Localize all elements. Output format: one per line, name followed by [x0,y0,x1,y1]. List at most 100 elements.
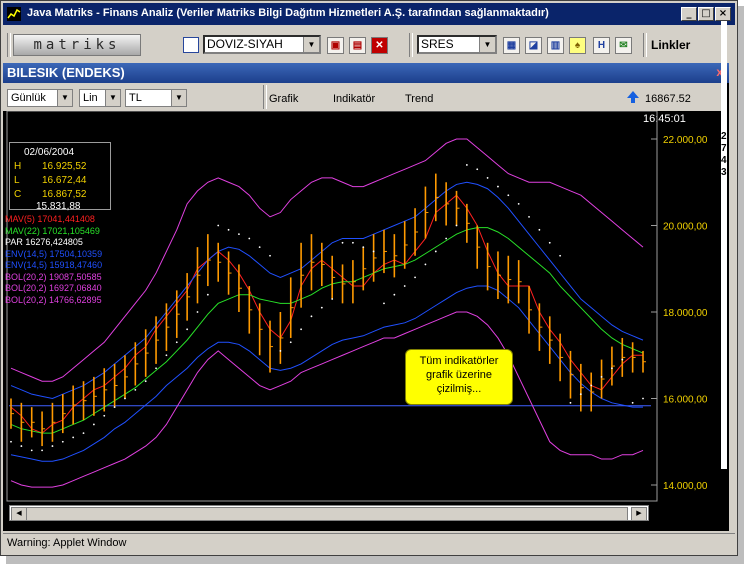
price-chart[interactable]: 16:45:01 22.000,00 20.000,00 18.000,00 16.0… [3,111,723,529]
legend-last: 15.831,88 [36,201,81,212]
menu-indikator[interactable]: Indikatör [333,93,375,105]
sar-dot [30,449,33,452]
chevron-down-icon: ▼ [303,37,319,52]
chart-canvas[interactable]: 22.000,00 20.000,00 18.000,00 16.000,00 14.0… [3,111,723,503]
sar-dot [393,293,396,296]
chart-controls: Günlük ▼ Lin ▼ TL ▼ Grafik Indikatör Trend … [3,83,723,111]
indicator-label: MAV(5) 17041,441408 [5,214,95,224]
sar-dot [10,440,12,443]
indicator-label: BOL(20,2) 14766,62895 [5,294,102,305]
scroll-right-icon[interactable]: ▶ [631,507,647,521]
y-tick-label: 14.000,00 [663,481,708,492]
panel-header: BILESIK (ENDEKS) x [3,63,729,83]
legend-close: 16.867,52 [42,189,87,200]
sar-dot [465,164,468,166]
side-digit: 3 [721,167,727,178]
matriks-logo: matriks [13,34,141,56]
sar-dot [383,302,385,305]
legend-h-label: H [14,161,22,172]
legend-high: 16.925,52 [42,161,87,172]
period-select[interactable]: Günlük ▼ [7,89,73,107]
series-line [10,181,644,400]
table-icon[interactable]: ▦ [503,37,520,54]
y-tick-label: 16.000,00 [663,395,708,406]
delete-icon[interactable]: ✕ [371,37,388,54]
side-digit: 4 [721,155,727,166]
sar-dot [300,328,302,331]
main-toolbar: matriks DOVIZ-SIYAH ▼ ▣ ▤ ✕ SRES ▼ ▦ ◪ ▥ ♠… [3,29,735,61]
scroll-thumb[interactable] [26,507,628,521]
window-title: Java Matriks - Finans Analiz (Veriler Ma… [27,7,549,19]
news-icon[interactable]: ✉ [615,37,632,54]
links-label[interactable]: Linkler [651,38,690,52]
indicator-label: BOL(20,2) 19087,50585 [5,271,102,282]
maximize-button[interactable]: □ [698,7,714,21]
sar-dot [538,228,541,231]
app-icon [7,7,21,21]
sar-dot [289,341,292,344]
currency-select[interactable]: TL ▼ [125,89,187,107]
sar-dot [559,254,562,257]
sar-dot [331,298,334,300]
symbol-select[interactable]: SRES ▼ [417,35,497,54]
sar-dot [517,202,520,205]
sar-dot [258,246,261,249]
scroll-left-icon[interactable]: ◀ [11,507,27,521]
sar-dot [61,440,64,443]
sar-dot [217,224,220,227]
chevron-down-icon: ▼ [57,90,72,106]
sar-dot [611,367,613,370]
sar-dot [548,241,551,244]
sar-dot [352,241,354,244]
panel-title: BILESIK (ENDEKS) [7,65,125,80]
sar-dot [134,388,137,391]
chevron-down-icon: ▼ [105,90,120,106]
print-icon[interactable]: ▤ [349,37,366,54]
sar-dot [186,328,189,331]
chart-panel: BILESIK (ENDEKS) x Günlük ▼ Lin ▼ TL ▼ Graf… [3,63,729,531]
menu-trend[interactable]: Trend [405,93,433,105]
minimize-button[interactable]: _ [681,7,697,21]
sar-dot [621,358,624,361]
scale-select[interactable]: Lin ▼ [79,89,121,107]
side-strip: 2 7 4 3 [721,21,727,469]
close-window-button[interactable]: × [715,7,731,21]
sar-dot [631,401,634,404]
sar-dot [206,293,209,296]
indicator-label: PAR 16276,424805 [5,237,83,247]
help-icon[interactable]: H [593,37,610,54]
sar-dot [445,237,448,240]
legend-date: 02/06/2004 [24,147,75,158]
sar-dot [124,397,126,400]
status-bar: Warning: Applet Window [3,533,735,553]
sar-dot [175,341,178,344]
sar-dot [434,250,437,253]
sar-dot [82,432,85,434]
graph-icon[interactable]: ▥ [547,37,564,54]
sar-dot [196,311,199,313]
sar-dot [600,375,603,378]
sar-dot [72,436,75,439]
alarm-bell-icon[interactable]: ♠ [569,37,586,54]
sar-dot [269,254,271,257]
title-bar[interactable]: Java Matriks - Finans Analiz (Veriler Ma… [3,3,735,25]
save-icon[interactable]: ▣ [327,37,344,54]
sar-dot [507,194,510,197]
y-tick-label: 20.000,00 [663,222,708,233]
theme-select[interactable]: DOVIZ-SIYAH ▼ [203,35,321,54]
indicator-label: ENV(14,5) 15918,47460 [5,260,103,270]
legend-l-label: L [14,175,20,186]
sar-dot [372,250,375,253]
menu-grafik[interactable]: Grafik [269,93,298,105]
sar-dot [279,350,282,352]
sar-dot [362,246,365,249]
theme-checkbox[interactable] [183,37,199,53]
last-price: 16867.52 [645,93,691,105]
sar-dot [642,397,644,400]
sar-dot [20,445,23,447]
chart-icon[interactable]: ◪ [525,37,542,54]
series-line [10,194,643,434]
sar-dot [51,445,54,447]
horizontal-scrollbar[interactable]: ◀ ▶ [9,505,649,521]
y-tick-label: 18.000,00 [663,308,708,319]
